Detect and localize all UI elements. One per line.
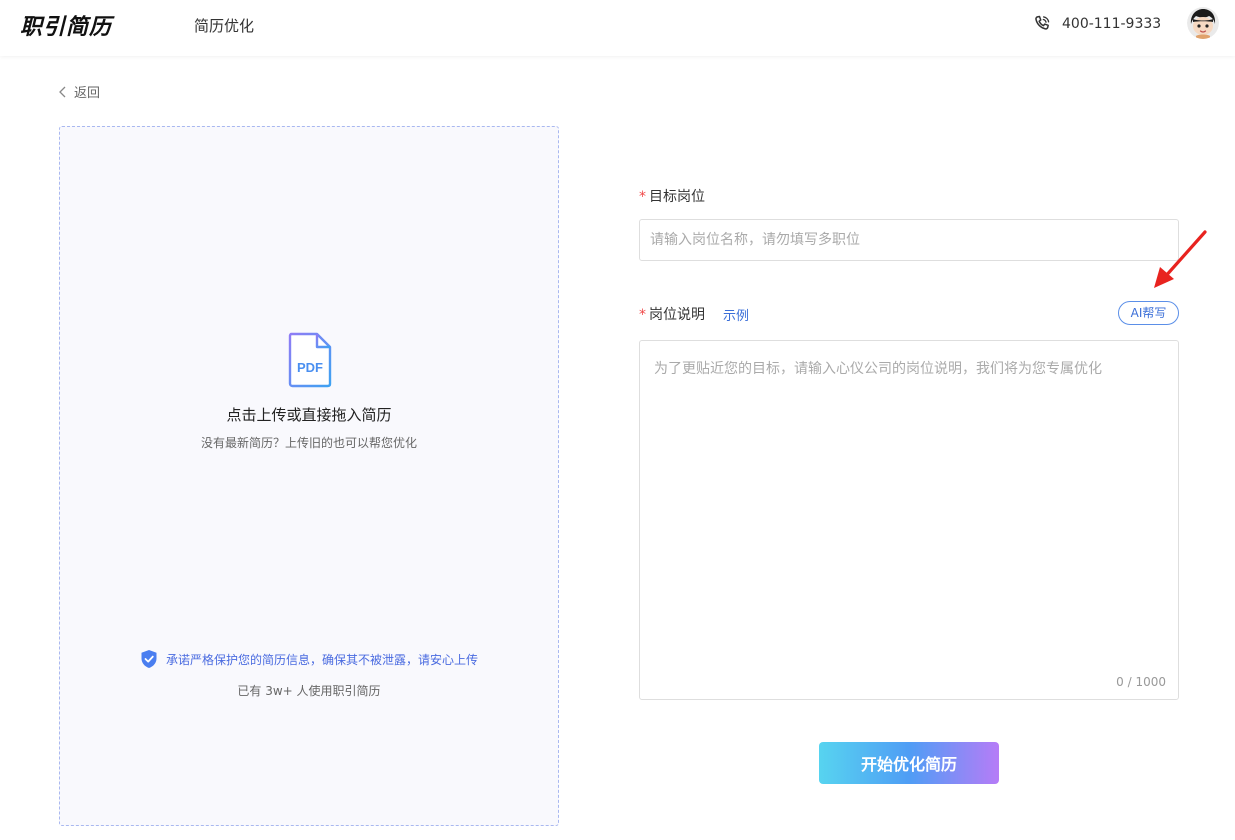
back-link[interactable]: 返回 <box>58 82 100 101</box>
pdf-file-icon: PDF <box>288 332 332 388</box>
contact-phone: 400-111-9333 <box>1032 14 1161 34</box>
required-mark: * <box>639 307 646 323</box>
annotation-arrow-icon <box>1154 230 1207 288</box>
brand-logo[interactable]: 职引简历 <box>20 9 112 41</box>
required-mark: * <box>639 189 646 205</box>
shield-check-icon <box>141 650 157 668</box>
avatar[interactable] <box>1187 7 1219 39</box>
resume-upload-dropzone[interactable]: PDF 点击上传或直接拖入简历 没有最新简历？上传旧的也可以帮您优化 承诺严格保… <box>59 126 559 826</box>
ai-write-button[interactable]: AI帮写 <box>1118 301 1179 325</box>
upload-subtitle: 没有最新简历？上传旧的也可以帮您优化 <box>200 436 417 450</box>
job-title-label-text: 目标岗位 <box>649 189 705 205</box>
upload-title: 点击上传或直接拖入简历 <box>226 406 392 424</box>
pdf-label: PDF <box>297 360 323 375</box>
avatar-image <box>1187 7 1219 39</box>
user-count-text: 已有 3w+ 人使用职引简历 <box>237 684 381 698</box>
start-optimize-button[interactable]: 开始优化简历 <box>819 742 999 784</box>
phone-number: 400-111-9333 <box>1062 16 1162 32</box>
job-title-label: * 目标岗位 <box>639 186 705 206</box>
top-header: 职引简历 简历优化 400-111-9333 <box>0 0 1235 56</box>
character-counter: 0 / 1000 <box>1116 675 1166 689</box>
privacy-promise-text: 承诺严格保护您的简历信息，确保其不被泄露，请安心上传 <box>165 652 478 667</box>
back-label: 返回 <box>74 86 101 101</box>
job-description-textarea[interactable] <box>639 340 1179 700</box>
phone-icon <box>1035 15 1050 30</box>
job-title-input[interactable] <box>639 219 1179 261</box>
job-description-label: * 岗位说明 <box>639 304 705 324</box>
example-link[interactable]: 示例 <box>723 305 749 324</box>
chevron-left-icon <box>59 86 66 97</box>
privacy-promise: 承诺严格保护您的简历信息，确保其不被泄露，请安心上传 <box>60 649 558 669</box>
nav-item-resume-optimize[interactable]: 简历优化 <box>194 15 254 36</box>
job-description-label-text: 岗位说明 <box>649 307 705 323</box>
